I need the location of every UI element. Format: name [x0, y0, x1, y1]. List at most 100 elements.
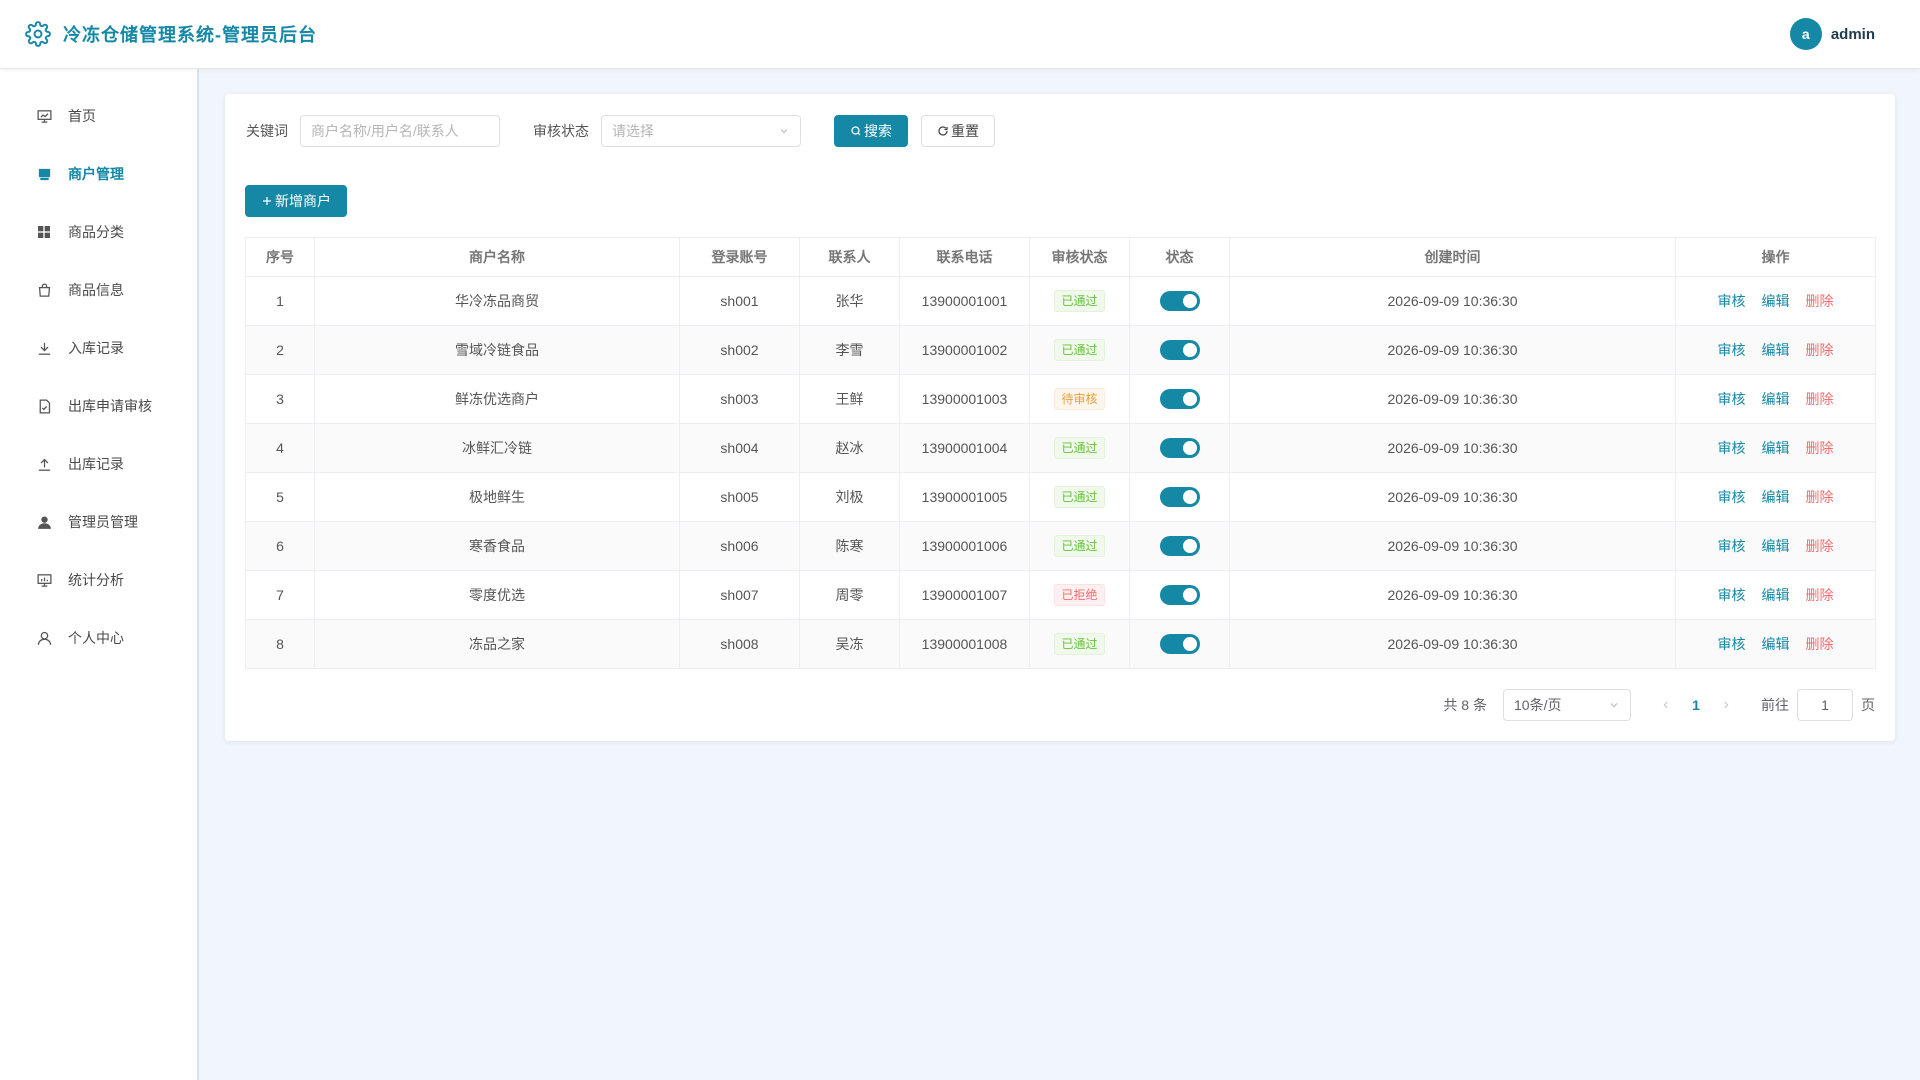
- cell-created: 2026-09-09 10:36:30: [1229, 276, 1676, 326]
- delete-link[interactable]: 删除: [1806, 636, 1834, 652]
- edit-link[interactable]: 编辑: [1762, 636, 1790, 652]
- delete-link[interactable]: 删除: [1806, 391, 1834, 407]
- status-toggle[interactable]: [1159, 389, 1200, 409]
- sidebar-item-merchants[interactable]: 商户管理: [0, 145, 197, 203]
- add-merchant-button[interactable]: 新增商户: [245, 185, 347, 217]
- gear-icon[interactable]: [25, 21, 51, 47]
- edit-link[interactable]: 编辑: [1762, 587, 1790, 603]
- audit-link[interactable]: 审核: [1718, 538, 1746, 554]
- toggle-knob: [1182, 490, 1197, 504]
- status-toggle[interactable]: [1159, 487, 1200, 507]
- table-row[interactable]: 7 零度优选 sh007 周零 13900001007 已拒绝 2026-09-…: [245, 570, 1876, 620]
- username[interactable]: admin: [1831, 26, 1875, 43]
- audit-link[interactable]: 审核: [1718, 636, 1746, 652]
- table-row[interactable]: 1 华冷冻品商贸 sh001 张华 13900001001 已通过 2026-0…: [245, 276, 1876, 326]
- sidebar-item-statistics[interactable]: 统计分析: [0, 551, 197, 609]
- delete-link[interactable]: 删除: [1806, 342, 1834, 358]
- cell-index: 7: [245, 570, 315, 620]
- table-row[interactable]: 4 冰鲜汇冷链 sh004 赵冰 13900001004 已通过 2026-09…: [245, 423, 1876, 473]
- cell-phone: 13900001004: [899, 423, 1030, 473]
- cell-status: [1129, 570, 1230, 620]
- audit-link[interactable]: 审核: [1718, 440, 1746, 456]
- sidebar-item-home[interactable]: 首页: [0, 87, 197, 145]
- table-row[interactable]: 3 鲜冻优选商户 sh003 王鲜 13900001003 待审核 2026-0…: [245, 374, 1876, 424]
- cell-name: 雪域冷链食品: [314, 325, 680, 375]
- page-suffix: 页: [1861, 697, 1875, 713]
- col-header-created[interactable]: 创建时间: [1229, 237, 1676, 277]
- audit-status-badge: 已通过: [1054, 633, 1105, 655]
- cell-account: sh008: [679, 619, 800, 669]
- store-icon: [35, 165, 53, 183]
- sidebar-item-outbound[interactable]: 出库记录: [0, 435, 197, 493]
- cell-actions: 审核 编辑 删除: [1675, 619, 1876, 669]
- delete-link[interactable]: 删除: [1806, 587, 1834, 603]
- next-page-button[interactable]: [1711, 697, 1741, 713]
- sidebar-item-categories[interactable]: 商品分类: [0, 203, 197, 261]
- col-header-name[interactable]: 商户名称: [314, 237, 680, 277]
- prev-page-button[interactable]: [1651, 697, 1681, 713]
- sidebar-item-inbound[interactable]: 入库记录: [0, 319, 197, 377]
- status-select[interactable]: 请选择: [601, 115, 801, 147]
- status-toggle[interactable]: [1159, 340, 1200, 360]
- delete-link[interactable]: 删除: [1806, 293, 1834, 309]
- status-toggle[interactable]: [1159, 536, 1200, 556]
- cell-created: 2026-09-09 10:36:30: [1229, 325, 1676, 375]
- cell-contact: 吴冻: [799, 619, 900, 669]
- sidebar-item-profile[interactable]: 个人中心: [0, 609, 197, 667]
- cell-status: [1129, 423, 1230, 473]
- table-row[interactable]: 5 极地鲜生 sh005 刘极 13900001005 已通过 2026-09-…: [245, 472, 1876, 522]
- delete-link[interactable]: 删除: [1806, 538, 1834, 554]
- cell-created: 2026-09-09 10:36:30: [1229, 619, 1676, 669]
- col-header-phone[interactable]: 联系电话: [899, 237, 1030, 277]
- status-toggle[interactable]: [1159, 438, 1200, 458]
- sidebar-item-products[interactable]: 商品信息: [0, 261, 197, 319]
- cell-name: 极地鲜生: [314, 472, 680, 522]
- sidebar-item-label: 出库申请审核: [68, 398, 152, 414]
- table-row[interactable]: 6 寒香食品 sh006 陈寒 13900001006 已通过 2026-09-…: [245, 521, 1876, 571]
- user-menu[interactable]: a admin: [1789, 18, 1875, 50]
- keyword-input[interactable]: 商户名称/用户名/联系人: [300, 115, 500, 147]
- delete-link[interactable]: 删除: [1806, 440, 1834, 456]
- delete-link[interactable]: 删除: [1806, 489, 1834, 505]
- cell-audit: 已通过: [1029, 276, 1130, 326]
- col-header-status[interactable]: 状态: [1129, 237, 1230, 277]
- edit-link[interactable]: 编辑: [1762, 293, 1790, 309]
- table-row[interactable]: 2 雪域冷链食品 sh002 李雪 13900001002 已通过 2026-0…: [245, 325, 1876, 375]
- cell-index: 3: [245, 374, 315, 424]
- cell-account: sh007: [679, 570, 800, 620]
- audit-link[interactable]: 审核: [1718, 587, 1746, 603]
- edit-link[interactable]: 编辑: [1762, 440, 1790, 456]
- cell-audit: 已通过: [1029, 521, 1130, 571]
- goto-page-input[interactable]: 1: [1797, 689, 1853, 721]
- audit-link[interactable]: 审核: [1718, 391, 1746, 407]
- status-toggle[interactable]: [1159, 291, 1200, 311]
- toggle-knob: [1182, 588, 1197, 602]
- edit-link[interactable]: 编辑: [1762, 342, 1790, 358]
- sidebar-item-admins[interactable]: 管理员管理: [0, 493, 197, 551]
- search-button[interactable]: 搜索: [834, 115, 908, 147]
- page-number-current[interactable]: 1: [1681, 697, 1711, 713]
- sidebar-item-label: 商户管理: [68, 166, 124, 182]
- audit-link[interactable]: 审核: [1718, 489, 1746, 505]
- cell-contact: 王鲜: [799, 374, 900, 424]
- status-toggle[interactable]: [1159, 585, 1200, 605]
- edit-link[interactable]: 编辑: [1762, 538, 1790, 554]
- cell-account: sh006: [679, 521, 800, 571]
- edit-link[interactable]: 编辑: [1762, 391, 1790, 407]
- col-header-audit[interactable]: 审核状态: [1029, 237, 1130, 277]
- audit-status-badge: 已拒绝: [1054, 584, 1105, 606]
- edit-link[interactable]: 编辑: [1762, 489, 1790, 505]
- col-header-index[interactable]: 序号: [245, 237, 315, 277]
- merchant-card: 关键词 商户名称/用户名/联系人 审核状态 请选择 搜索 重置 新增商户 序号 …: [225, 94, 1895, 741]
- col-header-account[interactable]: 登录账号: [679, 237, 800, 277]
- col-header-contact[interactable]: 联系人: [799, 237, 900, 277]
- reset-button[interactable]: 重置: [921, 115, 995, 147]
- page-size-select[interactable]: 10条/页: [1503, 689, 1631, 721]
- audit-link[interactable]: 审核: [1718, 293, 1746, 309]
- audit-link[interactable]: 审核: [1718, 342, 1746, 358]
- sidebar-item-outbound-audit[interactable]: 出库申请审核: [0, 377, 197, 435]
- cell-index: 5: [245, 472, 315, 522]
- status-toggle[interactable]: [1159, 634, 1200, 654]
- table-row[interactable]: 8 冻品之家 sh008 吴冻 13900001008 已通过 2026-09-…: [245, 619, 1876, 669]
- avatar[interactable]: a: [1789, 18, 1822, 50]
